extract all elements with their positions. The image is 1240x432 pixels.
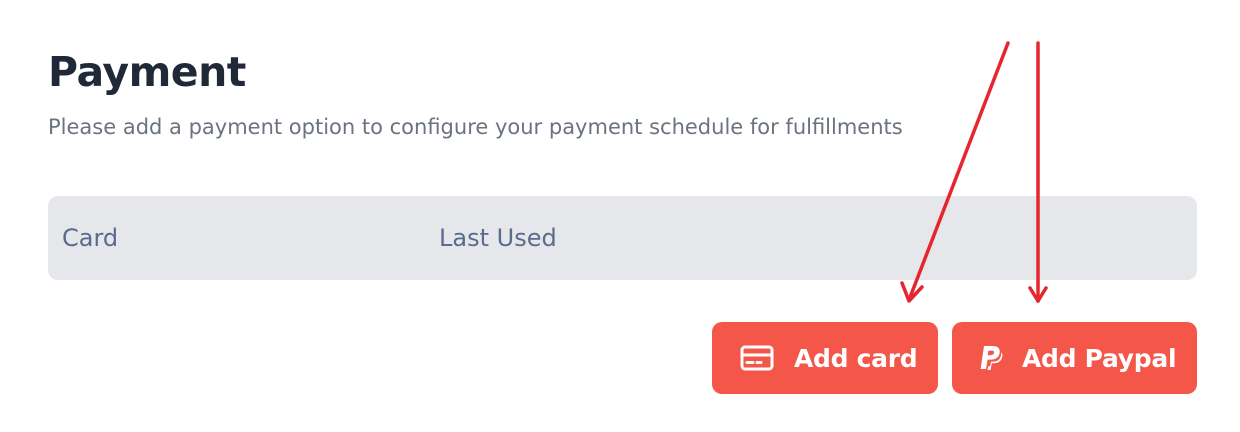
add-card-label: Add card — [794, 343, 918, 373]
payment-methods-table-header: Card Last Used — [48, 196, 1197, 280]
page-title: Payment — [48, 48, 246, 96]
page-subtitle: Please add a payment option to configure… — [48, 115, 903, 139]
add-paypal-label: Add Paypal — [1022, 343, 1177, 373]
add-card-button[interactable]: Add card — [712, 322, 938, 394]
payment-page: Payment Please add a payment option to c… — [0, 0, 1240, 432]
column-header-card: Card — [62, 224, 119, 252]
credit-card-icon — [740, 345, 774, 371]
paypal-icon — [978, 344, 1004, 372]
add-paypal-button[interactable]: Add Paypal — [952, 322, 1197, 394]
column-header-last-used: Last Used — [439, 224, 557, 252]
